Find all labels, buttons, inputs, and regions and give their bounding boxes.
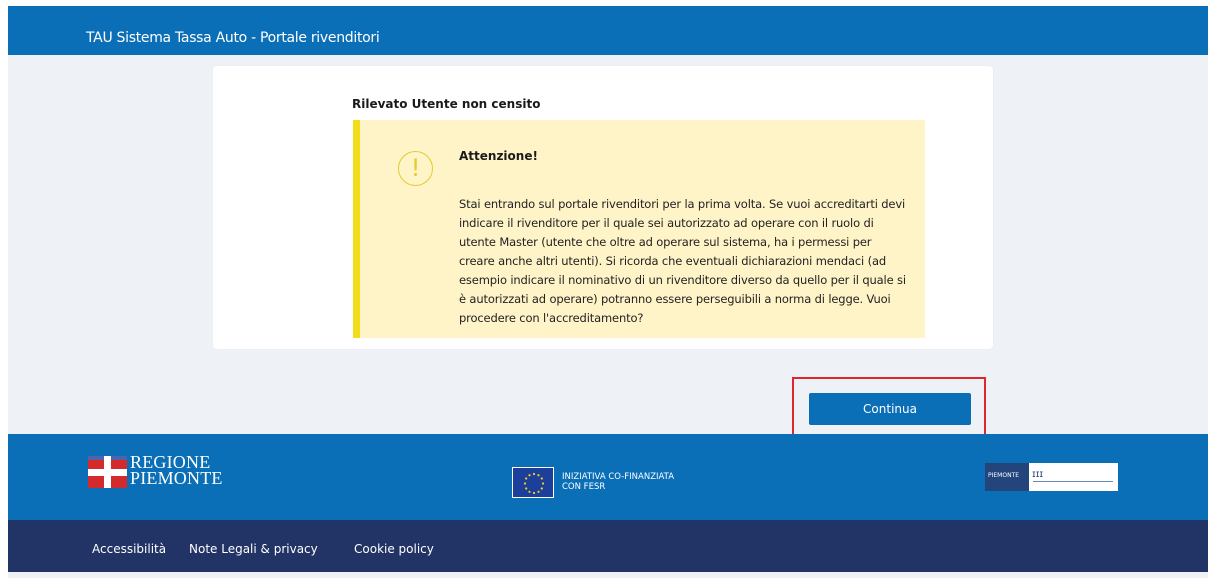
alert-message: Stai entrando sul portale rivenditori pe… (459, 197, 906, 325)
eu-flag-icon (512, 467, 554, 498)
partner-logo-badge: PIEMONTE (985, 463, 1029, 491)
regione-logo-text: REGIONE PIEMONTE (130, 452, 223, 488)
app-title: TAU Sistema Tassa Auto - Portale rivendi… (86, 30, 380, 46)
continue-button[interactable]: Continua (809, 393, 971, 425)
piemonte-flag-icon (88, 456, 127, 488)
partner-logo-line (1033, 481, 1113, 482)
footer-link-cookie-policy[interactable]: Cookie policy (354, 542, 434, 556)
exclamation-icon: ! (398, 151, 433, 186)
footer-link-note-legali[interactable]: Note Legali & privacy (189, 542, 318, 556)
footer-links-bar (8, 520, 1208, 572)
warning-alert: ! Attenzione! Stai entrando sul portale … (353, 120, 925, 338)
card-title: Rilevato Utente non censito (352, 97, 541, 111)
header-bar: TAU Sistema Tassa Auto - Portale rivendi… (8, 6, 1208, 55)
footer-link-accessibilita[interactable]: Accessibilità (92, 542, 166, 556)
partner-logo-mark: ɪɪɪ (1032, 469, 1044, 480)
alert-heading: Attenzione! (459, 149, 538, 163)
partner-logo: PIEMONTE ɪɪɪ (985, 463, 1118, 491)
notice-card: Rilevato Utente non censito ! Attenzione… (213, 66, 993, 349)
eu-logo-text: INIZIATIVA CO-FINANZIATA CON FESR (562, 472, 675, 492)
